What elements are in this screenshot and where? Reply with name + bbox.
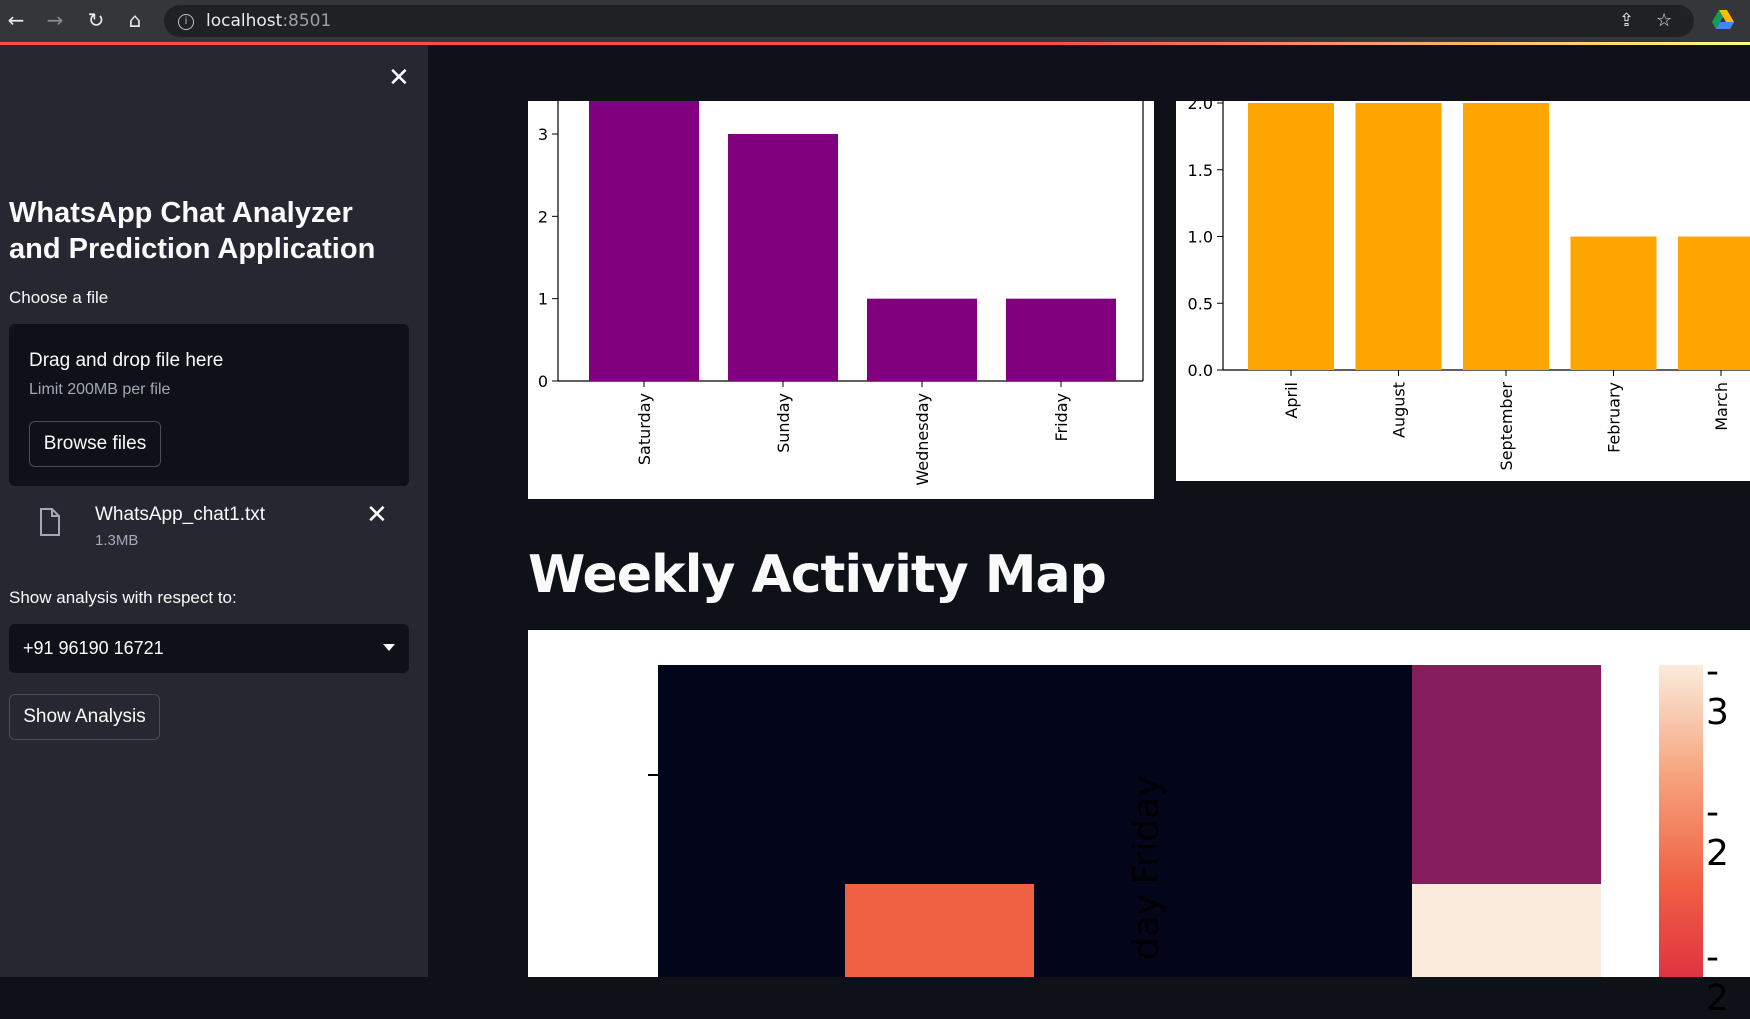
colorbar-tick-value: 2 <box>1706 833 1729 874</box>
dropzone-title: Drag and drop file here <box>29 350 224 371</box>
heatmap-cell <box>845 884 1034 977</box>
home-icon[interactable]: ⌂ <box>123 8 147 32</box>
show-analysis-button[interactable]: Show Analysis <box>9 694 160 740</box>
bar <box>1248 103 1334 370</box>
file-dropzone[interactable]: Drag and drop file here Limit 200MB per … <box>9 324 409 486</box>
y-tick-label: 1 <box>538 290 548 309</box>
busy-month-chart-svg: 0.0 0.5 1.0 1.5 2.0 April August September Febru… <box>1188 101 1750 471</box>
colorbar-tick-value: 2 <box>1706 978 1729 1019</box>
x-tick-label: Saturday <box>635 393 654 465</box>
y-tick-label: 1.5 <box>1188 161 1213 180</box>
heatmap-cell <box>1412 665 1601 884</box>
y-tick-label: 2 <box>538 207 548 226</box>
y-tick-label: 2.0 <box>1188 101 1213 113</box>
bar <box>1463 103 1549 370</box>
x-tick-label: Wednesday <box>913 393 932 486</box>
share-icon[interactable]: ⇪ <box>1619 10 1634 31</box>
heatmap-row-label: day <box>1126 894 1167 960</box>
x-tick-label: February <box>1605 382 1624 453</box>
x-tick-label: Friday <box>1052 393 1071 442</box>
browse-files-button[interactable]: Browse files <box>29 421 161 467</box>
x-tick-label: Sunday <box>774 393 793 453</box>
sidebar: ✕ WhatsApp Chat Analyzer and Prediction … <box>0 45 428 977</box>
forward-icon[interactable]: → <box>43 8 67 32</box>
address-bar[interactable]: i localhost:8501 ⇪ ☆ <box>164 5 1694 37</box>
file-size: 1.3MB <box>95 532 139 549</box>
url-text[interactable]: localhost:8501 <box>206 11 331 31</box>
bar <box>1570 236 1657 370</box>
heatmap-cell <box>658 665 1412 977</box>
weekly-activity-title: Weekly Activity Map <box>528 545 1107 605</box>
x-tick-label: April <box>1282 382 1301 419</box>
info-icon[interactable]: i <box>178 14 194 30</box>
app-title: WhatsApp Chat Analyzer and Prediction Ap… <box>9 197 376 265</box>
heatmap-row-label: Friday <box>1126 775 1167 884</box>
select-label: Show analysis with respect to: <box>9 588 237 607</box>
colorbar-tick-label: - 2 <box>1706 937 1729 1019</box>
close-sidebar-icon[interactable]: ✕ <box>388 65 410 91</box>
url-host: localhost <box>206 11 283 31</box>
reload-icon[interactable]: ↻ <box>84 8 108 32</box>
dropzone-limit: Limit 200MB per file <box>29 381 171 398</box>
file-icon <box>40 508 60 536</box>
x-tick-label: September <box>1497 382 1516 471</box>
select-value: +91 96190 16721 <box>23 638 164 658</box>
weekly-activity-heatmap: Friday day <box>528 630 1750 977</box>
star-icon[interactable]: ☆ <box>1656 10 1672 31</box>
bar <box>728 134 838 381</box>
user-select[interactable]: +91 96190 16721 <box>9 624 409 673</box>
chevron-down-icon <box>383 644 395 651</box>
heatmap-colorbar <box>1659 665 1703 977</box>
url-port: :8501 <box>282 11 332 31</box>
remove-file-icon[interactable]: ✕ <box>366 500 388 530</box>
y-tick-label: 1.0 <box>1188 228 1213 247</box>
file-uploader-label: Choose a file <box>9 288 109 307</box>
busy-day-chart: 0 1 2 3 Saturday Sunday Wednesday Friday <box>528 101 1154 499</box>
colorbar-tick-label: - 2 <box>1706 792 1729 874</box>
bar <box>589 101 699 381</box>
x-tick-label: March <box>1712 382 1731 431</box>
bar <box>1006 298 1116 381</box>
y-tick-label: 0.5 <box>1188 294 1213 313</box>
drive-icon[interactable] <box>1712 10 1734 30</box>
bar <box>1355 103 1442 370</box>
bar <box>1678 236 1750 370</box>
busy-month-chart: 0.0 0.5 1.0 1.5 2.0 April August September Febru… <box>1176 101 1750 481</box>
uploaded-file: WhatsApp_chat1.txt 1.3MB ✕ <box>9 500 409 560</box>
heatmap-cell <box>1412 884 1601 977</box>
y-tick-label: 0 <box>538 372 548 391</box>
busy-day-chart-svg: 0 1 2 3 Saturday Sunday Wednesday Friday <box>538 101 1144 486</box>
x-tick-label: August <box>1390 382 1409 438</box>
colorbar-tick-value: 3 <box>1706 692 1729 733</box>
y-tick-label: 3 <box>538 125 548 144</box>
file-name: WhatsApp_chat1.txt <box>95 504 266 525</box>
heatmap-svg: Friday day <box>648 665 1601 977</box>
y-tick-label: 0.0 <box>1188 361 1213 380</box>
colorbar-tick-label: - 3 <box>1706 651 1729 733</box>
bar <box>867 298 977 381</box>
back-icon[interactable]: ← <box>4 8 28 32</box>
browser-toolbar: ← → ↻ ⌂ i localhost:8501 ⇪ ☆ <box>0 0 1750 42</box>
